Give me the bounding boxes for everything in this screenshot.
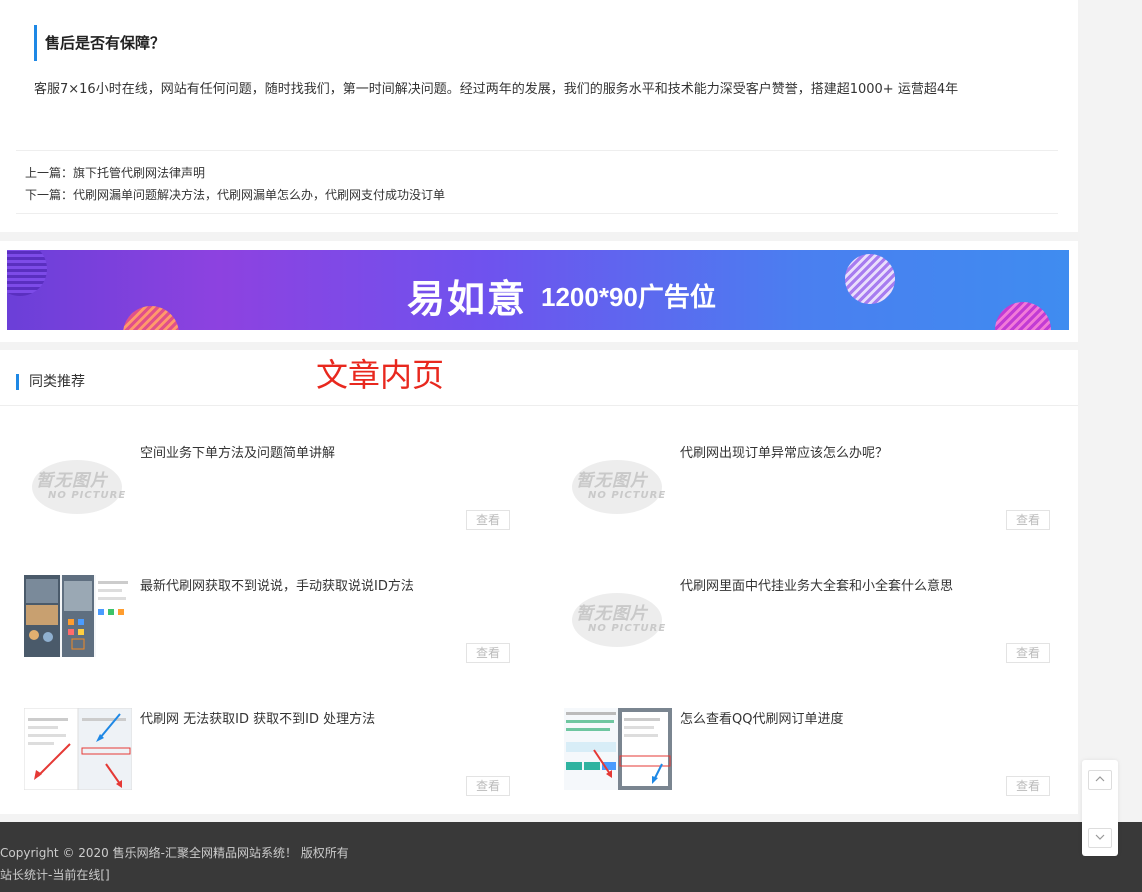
prev-article: 上一篇：旗下托管代刷网法律声明 [25,162,1058,184]
next-label: 下一篇： [25,188,74,202]
footer: Copyright © 2020 售乐网络-汇聚全网精品网站系统！ 版权所有 站… [0,822,1142,892]
no-picture-en: NO PICTURE [588,623,667,634]
view-button[interactable]: 查看 [466,510,510,530]
footer-stats[interactable]: 站长统计-当前在线[] [0,866,110,883]
list-item[interactable]: 最新代刷网获取不到说说，手动获取说说ID方法 查看 [24,575,514,663]
no-picture-cn: 暂无图片 [576,604,648,624]
no-picture-thumb[interactable]: 暂无图片 NO PICTURE [564,575,672,657]
list-item[interactable]: 暂无图片 NO PICTURE 代刷网出现订单异常应该怎么办呢？ 查看 [564,442,1054,530]
order-screenshot-image [564,708,672,790]
footer-copyright: Copyright © 2020 售乐网络-汇聚全网精品网站系统！ 版权所有 [0,846,349,860]
ad-brand: 易如意 [407,279,528,321]
chevron-down-icon [1095,831,1105,844]
recommend-header: 同类推荐 [0,350,1078,406]
ad-decor-circle [995,302,1051,330]
list-item[interactable]: 代刷网 无法获取ID 获取不到ID 处理方法 查看 [24,708,514,796]
ad-size-text: 1200*90广告位 [541,282,716,312]
no-picture-en: NO PICTURE [588,490,667,501]
ad-card: 易如意 1200*90广告位 [0,241,1078,342]
item-title[interactable]: 最新代刷网获取不到说说，手动获取说说ID方法 [140,575,414,594]
phone-screenshot-image [24,575,132,657]
view-button[interactable]: 查看 [1006,510,1050,530]
no-picture-cn: 暂无图片 [36,471,108,491]
overlay-label: 文章内页 [316,356,445,394]
app-screenshot-thumb[interactable] [24,708,132,790]
item-title[interactable]: 怎么查看QQ代刷网订单进度 [680,708,843,727]
view-button[interactable]: 查看 [466,776,510,796]
no-picture-thumb[interactable]: 暂无图片 NO PICTURE [564,442,672,524]
ad-banner[interactable]: 易如意 1200*90广告位 [7,250,1069,330]
order-screenshot-thumb[interactable] [564,708,672,790]
recommend-card: 同类推荐 文章内页 暂无图片 NO PICTURE 空间业务下单方法及问题简单讲… [0,350,1078,814]
prev-label: 上一篇： [25,166,74,180]
ad-decor-circle [123,306,179,330]
list-item[interactable]: 暂无图片 NO PICTURE 空间业务下单方法及问题简单讲解 查看 [24,442,514,530]
view-button[interactable]: 查看 [1006,776,1050,796]
ad-decor-circle [7,250,47,296]
no-picture-cn: 暂无图片 [576,471,648,491]
ad-text: 易如意 1200*90广告位 [407,268,716,323]
app-screenshot-image [24,708,132,790]
chevron-up-icon [1095,773,1105,786]
recommend-title: 同类推荐 [16,374,85,390]
scroll-down-button[interactable] [1088,828,1112,848]
next-article-link[interactable]: 代刷网漏单问题解决方法，代刷网漏单怎么办，代刷网支付成功没订单 [73,188,445,202]
prev-article-link[interactable]: 旗下托管代刷网法律声明 [73,166,205,180]
article-card: 售后是否有保障？ 客服7×16小时在线，网站有任何问题，随时找我们，第一时间解决… [0,0,1078,232]
list-item[interactable]: 怎么查看QQ代刷网订单进度 查看 [564,708,1054,796]
faq-title: 售后是否有保障？ [34,25,165,61]
no-picture-thumb[interactable]: 暂无图片 NO PICTURE [24,442,132,524]
scroll-tools [1082,760,1118,856]
item-title[interactable]: 代刷网里面中代挂业务大全套和小全套什么意思 [680,575,953,594]
item-title[interactable]: 代刷网 无法获取ID 获取不到ID 处理方法 [140,708,375,727]
item-title[interactable]: 空间业务下单方法及问题简单讲解 [140,442,335,461]
view-button[interactable]: 查看 [1006,643,1050,663]
ad-decor-circle [845,254,895,304]
scroll-up-button[interactable] [1088,770,1112,790]
next-article: 下一篇：代刷网漏单问题解决方法，代刷网漏单怎么办，代刷网支付成功没订单 [25,184,1058,206]
view-button[interactable]: 查看 [466,643,510,663]
item-title[interactable]: 代刷网出现订单异常应该怎么办呢？ [680,442,888,461]
faq-answer: 客服7×16小时在线，网站有任何问题，随时找我们，第一时间解决问题。经过两年的发… [34,82,959,97]
prev-next-nav: 上一篇：旗下托管代刷网法律声明 下一篇：代刷网漏单问题解决方法，代刷网漏单怎么办… [16,150,1058,214]
no-picture-en: NO PICTURE [48,490,127,501]
list-item[interactable]: 暂无图片 NO PICTURE 代刷网里面中代挂业务大全套和小全套什么意思 查看 [564,575,1054,663]
phone-screenshot-thumb[interactable] [24,575,132,657]
